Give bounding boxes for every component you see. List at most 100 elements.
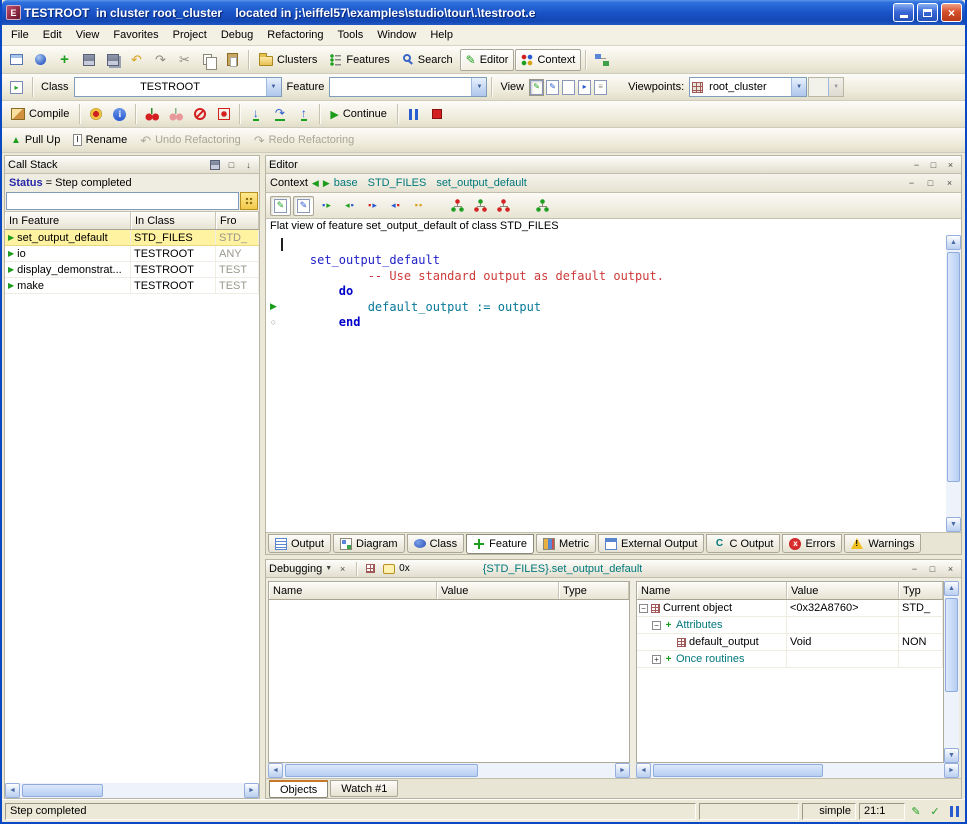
scrollbar-thumb[interactable] (653, 764, 823, 777)
tab-diagram[interactable]: Diagram (333, 534, 405, 553)
scroll-up-button[interactable]: ▲ (946, 235, 961, 250)
scrollbar-track[interactable] (283, 763, 615, 778)
viewpoints-dropdown-icon[interactable]: ▼ (791, 78, 806, 96)
features-button[interactable]: Features (324, 49, 395, 71)
paste-icon[interactable] (221, 49, 244, 71)
menu-view[interactable]: View (69, 26, 107, 44)
objects-table-header[interactable]: NameValueTyp (637, 582, 943, 600)
panel-menu-icon[interactable]: ↓ (241, 158, 256, 172)
new-feature-icon[interactable]: + (53, 49, 76, 71)
save-stack-icon[interactable] (207, 158, 222, 172)
title-bar[interactable]: E TESTROOT in cluster root_cluster locat… (2, 0, 965, 25)
editor-vscrollbar[interactable]: ▲ ▼ (946, 235, 961, 532)
redo-icon[interactable]: ↷ (149, 49, 172, 71)
tab-metric[interactable]: Metric (536, 534, 596, 553)
enable-breakpoints-icon[interactable] (140, 103, 163, 125)
feature-dropdown-icon[interactable]: ▼ (471, 78, 486, 96)
tab-c-output[interactable]: CC Output (706, 534, 780, 553)
breakpoint-gutter[interactable]: ○ (266, 317, 281, 327)
context-crumb[interactable]: base (334, 177, 358, 189)
debugging-menu-icon[interactable]: ▼ (325, 565, 332, 572)
ancestor-versions-icon[interactable] (447, 196, 468, 216)
flat-view-icon[interactable]: ▸ (578, 80, 591, 95)
context-close-icon[interactable]: × (942, 176, 957, 190)
pause-icon[interactable] (402, 103, 425, 125)
info-icon[interactable]: i (108, 103, 131, 125)
context-minimize-icon[interactable]: − (904, 176, 919, 190)
column-header[interactable]: Value (437, 582, 559, 599)
tab-class[interactable]: Class (407, 534, 465, 553)
column-header[interactable]: In Feature (5, 212, 131, 229)
scroll-down-button[interactable]: ▼ (946, 517, 961, 532)
scrollbar-thumb[interactable] (285, 764, 478, 777)
column-header[interactable]: Typ (899, 582, 943, 599)
watch-table-header[interactable]: NameValueType (269, 582, 629, 600)
editor-titlebar[interactable]: Editor − □ × (266, 156, 961, 174)
stop-icon[interactable] (426, 103, 449, 125)
stack-options-icon[interactable] (240, 192, 258, 210)
menu-project[interactable]: Project (166, 26, 214, 44)
step-over-icon[interactable]: ↷ (268, 103, 291, 125)
menu-help[interactable]: Help (423, 26, 460, 44)
call-stack-row[interactable]: ▶makeTESTROOTTEST (5, 278, 259, 294)
interface-view-icon[interactable]: ≡ (594, 80, 607, 95)
scroll-right-button[interactable]: ► (615, 763, 630, 778)
redo-refactoring-button[interactable]: ↷Redo Refactoring (248, 129, 361, 151)
code-line[interactable]: do (266, 284, 946, 300)
scrollbar-thumb[interactable] (947, 252, 960, 482)
menu-window[interactable]: Window (370, 26, 423, 44)
expand-toggle-icon[interactable]: + (652, 655, 661, 664)
scroll-down-button[interactable]: ▼ (944, 748, 959, 763)
editor-close-icon[interactable]: × (943, 158, 958, 172)
code-line[interactable]: ▶ default_output := output (266, 299, 946, 315)
scrollbar-thumb[interactable] (22, 784, 103, 797)
call-stack-header[interactable]: In FeatureIn ClassFro (5, 212, 259, 230)
maximize-panel-icon[interactable]: □ (224, 158, 239, 172)
call-stack-row[interactable]: ▶display_demonstrat...TESTROOTTEST (5, 262, 259, 278)
class-dropdown-icon[interactable]: ▼ (266, 78, 281, 96)
object-tree-row[interactable]: −+Attributes (637, 617, 943, 634)
debugging-close-tool-icon[interactable]: × (335, 562, 350, 576)
column-header[interactable]: Name (269, 582, 437, 599)
scroll-right-button[interactable]: ► (944, 763, 959, 778)
implementers-icon[interactable] (493, 196, 514, 216)
scrollbar-track[interactable] (20, 783, 244, 798)
show-assigners-icon[interactable]: ▪▸ (362, 196, 383, 216)
descendant-versions-icon[interactable] (470, 196, 491, 216)
watch-table-hscrollbar[interactable]: ◄ ► (268, 763, 630, 778)
scrollbar-track[interactable] (944, 596, 959, 748)
tab-external-output[interactable]: External Output (598, 534, 704, 553)
code-line[interactable]: ○ end (266, 315, 946, 331)
scroll-left-button[interactable]: ◄ (5, 783, 20, 798)
scroll-right-button[interactable]: ► (244, 783, 259, 798)
code-line[interactable] (266, 237, 946, 253)
scrollbar-track[interactable] (946, 250, 961, 517)
column-header[interactable]: Type (559, 582, 629, 599)
column-header[interactable]: Value (787, 582, 899, 599)
tab-warnings[interactable]: Warnings (844, 534, 921, 553)
debugging-titlebar[interactable]: Debugging ▼ × 0x {STD_FILES}.set_output_… (266, 560, 961, 578)
objects-table-hscrollbar[interactable]: ◄ ► (636, 763, 959, 778)
edit-feature-icon[interactable]: ✎ (270, 196, 291, 216)
copy-icon[interactable] (197, 49, 220, 71)
class-combobox[interactable]: TESTROOT ▼ (74, 77, 282, 97)
show-callees-icon[interactable]: ◂▪ (339, 196, 360, 216)
editor-toggle-button[interactable]: ✎Editor (460, 49, 515, 71)
undo-refactoring-button[interactable]: ↶Undo Refactoring (134, 129, 247, 151)
step-out-icon[interactable]: ↑ (292, 103, 315, 125)
search-button[interactable]: Search (397, 49, 459, 71)
compile-button[interactable]: Compile (5, 103, 75, 125)
close-button[interactable]: × (941, 3, 962, 22)
tab-objects[interactable]: Objects (269, 780, 328, 798)
creators-icon[interactable] (532, 196, 553, 216)
tab-errors[interactable]: xErrors (782, 534, 842, 553)
code-area[interactable]: set_output_default -- Use standard outpu… (266, 235, 946, 532)
editor-minimize-icon[interactable]: − (909, 158, 924, 172)
call-stack-row[interactable]: ▶set_output_defaultSTD_FILESSTD_ (5, 230, 259, 246)
text-view-icon[interactable] (562, 80, 575, 95)
column-header[interactable]: In Class (131, 212, 216, 229)
debugging-close-icon[interactable]: × (943, 562, 958, 576)
tab-watch-1[interactable]: Watch #1 (330, 780, 398, 797)
object-tree-row[interactable]: −Current object<0x32A8760>STD_ (637, 600, 943, 617)
menu-favorites[interactable]: Favorites (106, 26, 165, 44)
